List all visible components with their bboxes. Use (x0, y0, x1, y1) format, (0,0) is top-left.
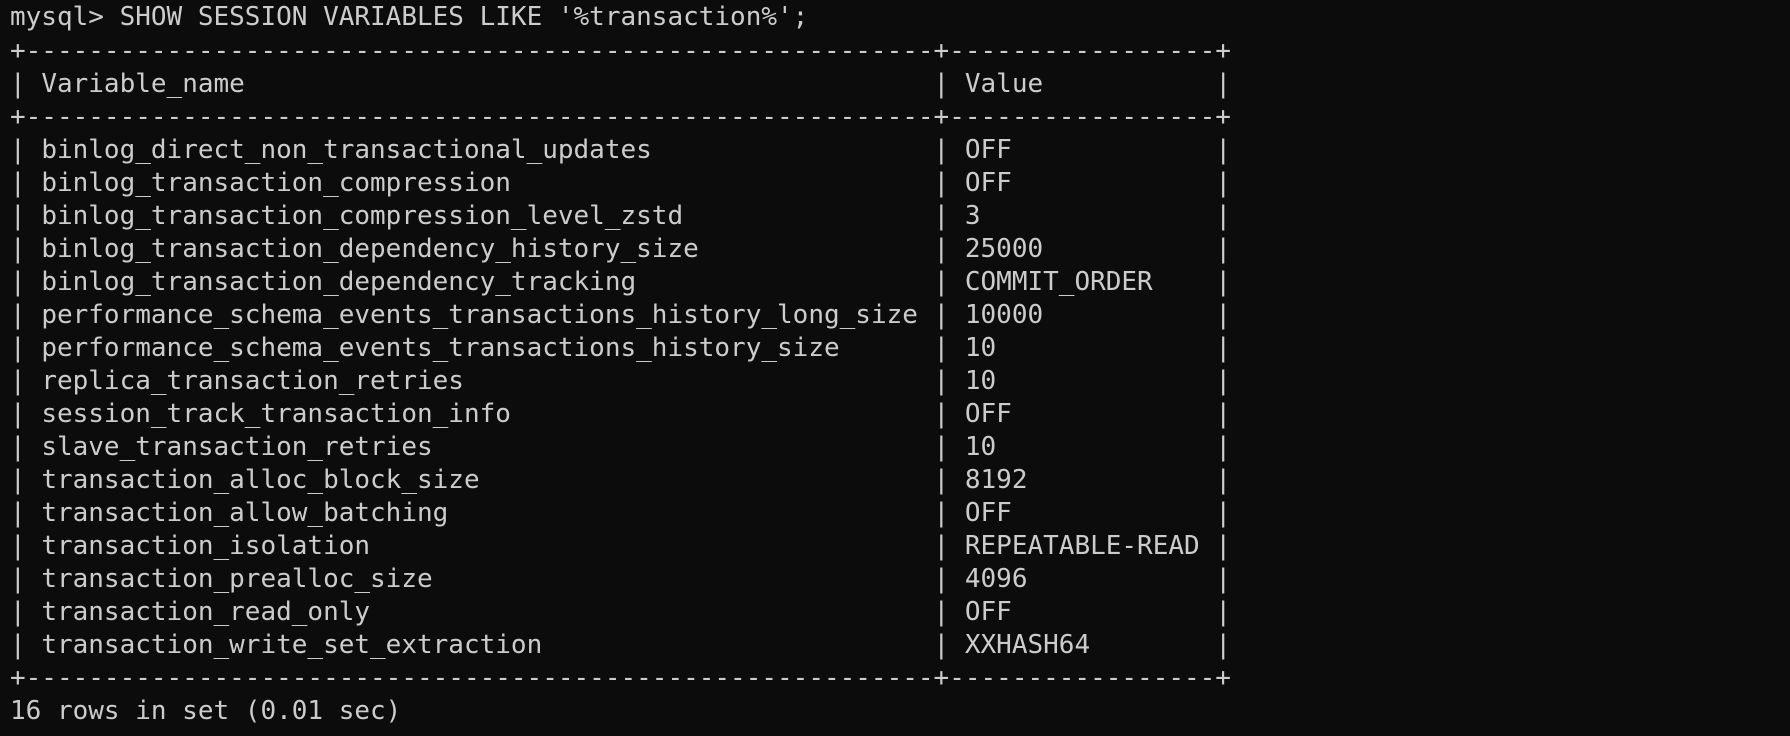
cell-value: OFF (964, 597, 1200, 627)
cell-variable-name: binlog_direct_non_transactional_updates (41, 135, 918, 165)
table-border-top: +---------------------------------------… (10, 36, 1231, 66)
cell-variable-name: transaction_prealloc_size (41, 564, 918, 594)
column-header-variable-name: Variable_name (41, 69, 918, 99)
cell-variable-name: binlog_transaction_dependency_tracking (41, 267, 918, 297)
table-row: | session_track_transaction_info | OFF | (10, 399, 1231, 429)
result-table: +---------------------------------------… (10, 35, 1790, 695)
cell-value: OFF (964, 135, 1200, 165)
cell-variable-name: performance_schema_events_transactions_h… (41, 333, 918, 363)
cell-variable-name: transaction_read_only (41, 597, 918, 627)
command-line: mysql> SHOW SESSION VARIABLES LIKE '%tra… (10, 1, 1790, 34)
terminal-window[interactable]: mysql> SHOW SESSION VARIABLES LIKE '%tra… (0, 1, 1790, 736)
cell-value: 10 (964, 432, 1200, 462)
cell-value: 3 (964, 201, 1200, 231)
cell-value: 25000 (964, 234, 1200, 264)
cell-variable-name: transaction_isolation (41, 531, 918, 561)
table-row: | binlog_transaction_compression_level_z… (10, 201, 1231, 231)
table-row: | binlog_transaction_compression | OFF | (10, 168, 1231, 198)
table-header-row: | Variable_name | Value | (10, 69, 1231, 99)
cell-value: 8192 (964, 465, 1200, 495)
cell-value: 10000 (964, 300, 1200, 330)
cell-value: 10 (964, 333, 1200, 363)
table-row: | performance_schema_events_transactions… (10, 300, 1231, 330)
table-row: | transaction_allow_batching | OFF | (10, 498, 1231, 528)
result-summary: 16 rows in set (0.01 sec) (10, 696, 402, 726)
cell-variable-name: transaction_alloc_block_size (41, 465, 918, 495)
cell-value: REPEATABLE-READ (964, 531, 1200, 561)
cell-value: OFF (964, 168, 1200, 198)
cell-variable-name: replica_transaction_retries (41, 366, 918, 396)
cell-value: 4096 (964, 564, 1200, 594)
cell-value: OFF (964, 399, 1200, 429)
table-row: | transaction_alloc_block_size | 8192 | (10, 465, 1231, 495)
table-row: | transaction_isolation | REPEATABLE-REA… (10, 531, 1231, 561)
table-row: | binlog_direct_non_transactional_update… (10, 135, 1231, 165)
sql-command: SHOW SESSION VARIABLES LIKE '%transactio… (119, 2, 809, 32)
cell-variable-name: binlog_transaction_compression_level_zst… (41, 201, 918, 231)
mysql-prompt: mysql> (10, 2, 120, 32)
table-row: | binlog_transaction_dependency_tracking… (10, 267, 1231, 297)
cell-value: 10 (964, 366, 1200, 396)
cell-variable-name: binlog_transaction_dependency_history_si… (41, 234, 918, 264)
table-row: | transaction_write_set_extraction | XXH… (10, 630, 1231, 660)
table-row: | transaction_read_only | OFF | (10, 597, 1231, 627)
cell-variable-name: performance_schema_events_transactions_h… (41, 300, 918, 330)
table-row: | transaction_prealloc_size | 4096 | (10, 564, 1231, 594)
cell-value: XXHASH64 (964, 630, 1200, 660)
table-row: | binlog_transaction_dependency_history_… (10, 234, 1231, 264)
table-row: | performance_schema_events_transactions… (10, 333, 1231, 363)
table-border-bottom: +---------------------------------------… (10, 663, 1231, 693)
cell-value: OFF (964, 498, 1200, 528)
cell-variable-name: transaction_write_set_extraction (41, 630, 918, 660)
table-row: | replica_transaction_retries | 10 | (10, 366, 1231, 396)
cell-variable-name: transaction_allow_batching (41, 498, 918, 528)
cell-value: COMMIT_ORDER (964, 267, 1200, 297)
table-border-header: +---------------------------------------… (10, 102, 1231, 132)
cell-variable-name: slave_transaction_retries (41, 432, 918, 462)
column-header-value: Value (964, 69, 1200, 99)
cell-variable-name: binlog_transaction_compression (41, 168, 918, 198)
table-row: | slave_transaction_retries | 10 | (10, 432, 1231, 462)
cell-variable-name: session_track_transaction_info (41, 399, 918, 429)
